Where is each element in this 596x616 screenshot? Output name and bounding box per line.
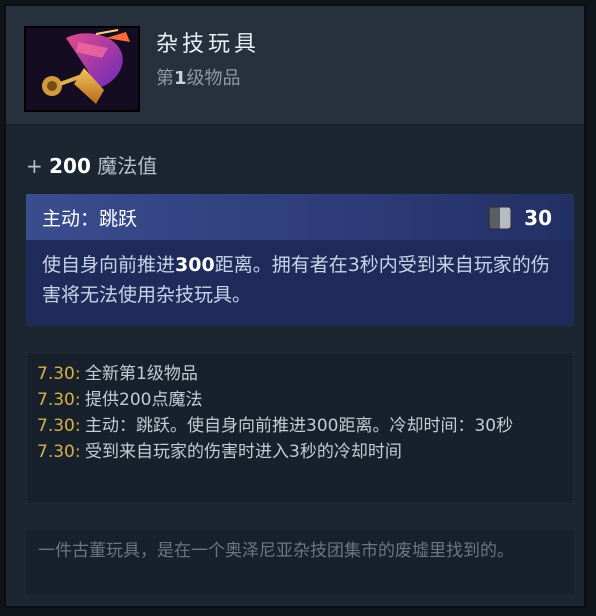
active-ability-header: 主动：跳跃 30 xyxy=(26,194,574,240)
patch-note: 7.30: 全新第1级物品 xyxy=(37,361,573,387)
cooldown-value: 30 xyxy=(524,206,552,230)
cooldown-icon xyxy=(488,206,512,230)
patch-notes: 7.30: 全新第1级物品 7.30: 提供200点魔法 7.30: 主动：跳跃… xyxy=(26,352,574,504)
active-ability-box: 主动：跳跃 30 使自身向前推进300距离。拥有者在3秒内受到来自玩家的伤害将无… xyxy=(26,194,574,326)
patch-version: 7.30: xyxy=(37,364,81,384)
patch-version: 7.30: xyxy=(37,390,81,410)
patch-version: 7.30: xyxy=(37,442,81,462)
cooldown-display: 30 xyxy=(488,206,552,230)
item-tier-suffix: 级物品 xyxy=(186,68,241,89)
patch-note: 7.30: 提供200点魔法 xyxy=(37,387,573,413)
stat-sign: + xyxy=(26,154,43,178)
patch-text: 提供200点魔法 xyxy=(85,390,203,410)
item-lore: 一件古董玩具，是在一个奥泽尼亚杂技团集市的废墟里找到的。 xyxy=(26,530,574,594)
patch-version: 7.30: xyxy=(37,416,81,436)
active-ability-description: 使自身向前推进300距离。拥有者在3秒内受到来自玩家的伤害将无法使用杂技玩具。 xyxy=(42,250,562,310)
patch-note: 7.30: 受到来自玩家的伤害时进入3秒的冷却时间 xyxy=(37,439,573,465)
patch-text: 全新第1级物品 xyxy=(85,364,198,384)
tooltip-header: 杂技玩具 第1级物品 xyxy=(6,6,584,125)
patch-note: 7.30: 主动：跳跃。使自身向前推进300距离。冷却时间：30秒 xyxy=(37,413,573,439)
active-ability-label: 主动：跳跃 xyxy=(42,208,138,230)
desc-text: 使自身向前推进 xyxy=(42,254,176,276)
item-title: 杂技玩具 xyxy=(156,32,261,57)
patch-text: 受到来自玩家的伤害时进入3秒的冷却时间 xyxy=(85,442,402,462)
item-tier-prefix: 第 xyxy=(156,68,174,89)
stat-value: 200 xyxy=(49,154,91,178)
item-tier: 第1级物品 xyxy=(156,64,241,90)
item-tooltip: 杂技玩具 第1级物品 + 200 魔法值 主动：跳跃 30 使自身向前推进300… xyxy=(4,4,586,608)
stat-label: 魔法值 xyxy=(97,154,158,178)
acrobatic-toy-icon xyxy=(24,26,140,112)
patch-text: 主动：跳跃。使自身向前推进300距离。冷却时间：30秒 xyxy=(85,416,514,436)
desc-distance: 300 xyxy=(175,254,215,276)
item-tier-number: 1 xyxy=(174,68,187,89)
mana-stat: + 200 魔法值 xyxy=(26,150,157,179)
